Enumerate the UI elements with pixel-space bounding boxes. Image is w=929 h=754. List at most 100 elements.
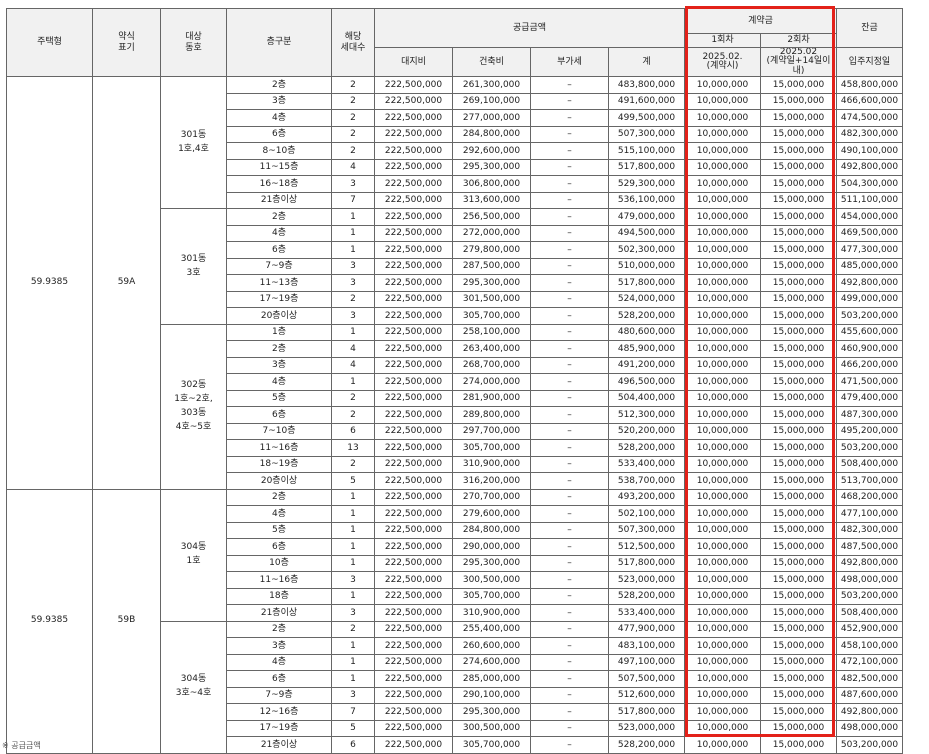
units-cell: 3 bbox=[331, 307, 375, 325]
balance-cell: 490,100,000 bbox=[836, 142, 903, 160]
balance-cell: 508,400,000 bbox=[836, 604, 903, 622]
floor-cell: 11~16층 bbox=[226, 439, 332, 457]
total-price-cell: 524,000,000 bbox=[608, 290, 685, 309]
land-price-cell: 222,500,000 bbox=[374, 653, 453, 672]
building-price-cell: 300,500,000 bbox=[452, 719, 531, 738]
building-price-cell: 279,800,000 bbox=[452, 241, 531, 259]
deposit-2-cell: 15,000,000 bbox=[760, 125, 837, 144]
balance-cell: 466,600,000 bbox=[836, 92, 903, 111]
land-price-cell: 222,500,000 bbox=[374, 290, 453, 309]
deposit-2-cell: 15,000,000 bbox=[760, 505, 837, 523]
land-price-cell: 222,500,000 bbox=[374, 191, 453, 210]
total-price-cell: 512,600,000 bbox=[608, 686, 685, 705]
floor-cell: 10층 bbox=[226, 554, 332, 573]
vat-cell: – bbox=[530, 109, 609, 127]
deposit-2-cell: 15,000,000 bbox=[760, 439, 837, 457]
land-price-cell: 222,500,000 bbox=[374, 356, 453, 375]
deposit-1-cell: 10,000,000 bbox=[684, 257, 761, 276]
building-price-cell: 292,600,000 bbox=[452, 142, 531, 160]
floor-cell: 17~19층 bbox=[226, 719, 332, 738]
total-price-cell: 502,300,000 bbox=[608, 241, 685, 259]
total-price-cell: 510,000,000 bbox=[608, 257, 685, 276]
deposit-2-cell: 15,000,000 bbox=[760, 472, 837, 490]
units-cell: 1 bbox=[331, 224, 375, 243]
total-price-cell: 485,900,000 bbox=[608, 340, 685, 358]
vat-cell: – bbox=[530, 670, 609, 688]
total-price-cell: 493,200,000 bbox=[608, 488, 685, 507]
house-type-cell: 59.9385 bbox=[6, 488, 93, 754]
land-price-cell: 222,500,000 bbox=[374, 125, 453, 144]
total-price-cell: 504,400,000 bbox=[608, 389, 685, 408]
vat-cell: – bbox=[530, 373, 609, 391]
building-price-cell: 306,800,000 bbox=[452, 175, 531, 193]
land-price-cell: 222,500,000 bbox=[374, 76, 453, 94]
vat-cell: – bbox=[530, 686, 609, 705]
floor-cell: 5층 bbox=[226, 521, 332, 540]
deposit-1-cell: 10,000,000 bbox=[684, 175, 761, 193]
floor-cell: 1층 bbox=[226, 323, 332, 342]
units-cell: 3 bbox=[331, 686, 375, 705]
floor-cell: 20층이상 bbox=[226, 307, 332, 325]
deposit-2-cell: 15,000,000 bbox=[760, 604, 837, 622]
building-price-cell: 297,700,000 bbox=[452, 422, 531, 441]
deposit-1-cell: 10,000,000 bbox=[684, 538, 761, 556]
building-price-cell: 313,600,000 bbox=[452, 191, 531, 210]
building-price-cell: 310,900,000 bbox=[452, 604, 531, 622]
vat-cell: – bbox=[530, 125, 609, 144]
land-price-cell: 222,500,000 bbox=[374, 686, 453, 705]
units-cell: 2 bbox=[331, 109, 375, 127]
building-price-cell: 277,000,000 bbox=[452, 109, 531, 127]
total-price-cell: 483,100,000 bbox=[608, 637, 685, 655]
footnote: ※ 공급금액 bbox=[2, 741, 41, 750]
land-price-cell: 222,500,000 bbox=[374, 373, 453, 391]
deposit-1-cell: 10,000,000 bbox=[684, 92, 761, 111]
deposit-1-cell: 10,000,000 bbox=[684, 422, 761, 441]
deposit-2-cell: 15,000,000 bbox=[760, 109, 837, 127]
total-price-cell: 533,400,000 bbox=[608, 455, 685, 474]
vat-cell: – bbox=[530, 208, 609, 226]
total-price-cell: 507,300,000 bbox=[608, 125, 685, 144]
balance-cell: 487,600,000 bbox=[836, 686, 903, 705]
land-price-cell: 222,500,000 bbox=[374, 241, 453, 259]
land-price-cell: 222,500,000 bbox=[374, 736, 453, 754]
deposit-1-cell: 10,000,000 bbox=[684, 142, 761, 160]
units-cell: 1 bbox=[331, 208, 375, 226]
total-price-cell: 523,000,000 bbox=[608, 571, 685, 589]
building-price-cell: 269,100,000 bbox=[452, 92, 531, 111]
vat-cell: – bbox=[530, 719, 609, 738]
floor-cell: 2층 bbox=[226, 208, 332, 226]
building-price-cell: 300,500,000 bbox=[452, 571, 531, 589]
vat-cell: – bbox=[530, 257, 609, 276]
deposit-2-cell: 15,000,000 bbox=[760, 389, 837, 408]
dong-ho-cell: 301동 1호,4호 bbox=[160, 76, 227, 210]
header-balance-date: 입주지정일 bbox=[836, 46, 903, 78]
units-cell: 3 bbox=[331, 571, 375, 589]
vat-cell: – bbox=[530, 472, 609, 490]
total-price-cell: 520,200,000 bbox=[608, 422, 685, 441]
building-price-cell: 295,300,000 bbox=[452, 554, 531, 573]
balance-cell: 482,300,000 bbox=[836, 125, 903, 144]
total-price-cell: 536,100,000 bbox=[608, 191, 685, 210]
floor-cell: 7~10층 bbox=[226, 422, 332, 441]
deposit-2-cell: 15,000,000 bbox=[760, 373, 837, 391]
floor-cell: 3층 bbox=[226, 356, 332, 375]
floor-cell: 20층이상 bbox=[226, 472, 332, 490]
units-cell: 2 bbox=[331, 290, 375, 309]
deposit-2-cell: 15,000,000 bbox=[760, 76, 837, 94]
vat-cell: – bbox=[530, 307, 609, 325]
deposit-1-cell: 10,000,000 bbox=[684, 604, 761, 622]
balance-cell: 471,500,000 bbox=[836, 373, 903, 391]
floor-cell: 6층 bbox=[226, 538, 332, 556]
balance-cell: 487,300,000 bbox=[836, 406, 903, 424]
floor-cell: 6층 bbox=[226, 241, 332, 259]
total-price-cell: 497,100,000 bbox=[608, 653, 685, 672]
deposit-1-cell: 10,000,000 bbox=[684, 76, 761, 94]
balance-cell: 454,000,000 bbox=[836, 208, 903, 226]
units-cell: 1 bbox=[331, 373, 375, 391]
price-table-body: 59.9385 59A 301동 1호,4호 2층 2 222,500,000 261,300… bbox=[6, 76, 903, 754]
units-cell: 1 bbox=[331, 670, 375, 688]
deposit-1-cell: 10,000,000 bbox=[684, 274, 761, 292]
header-supply-group: 공급금액 bbox=[374, 8, 685, 48]
deposit-2-cell: 15,000,000 bbox=[760, 488, 837, 507]
units-cell: 2 bbox=[331, 620, 375, 639]
